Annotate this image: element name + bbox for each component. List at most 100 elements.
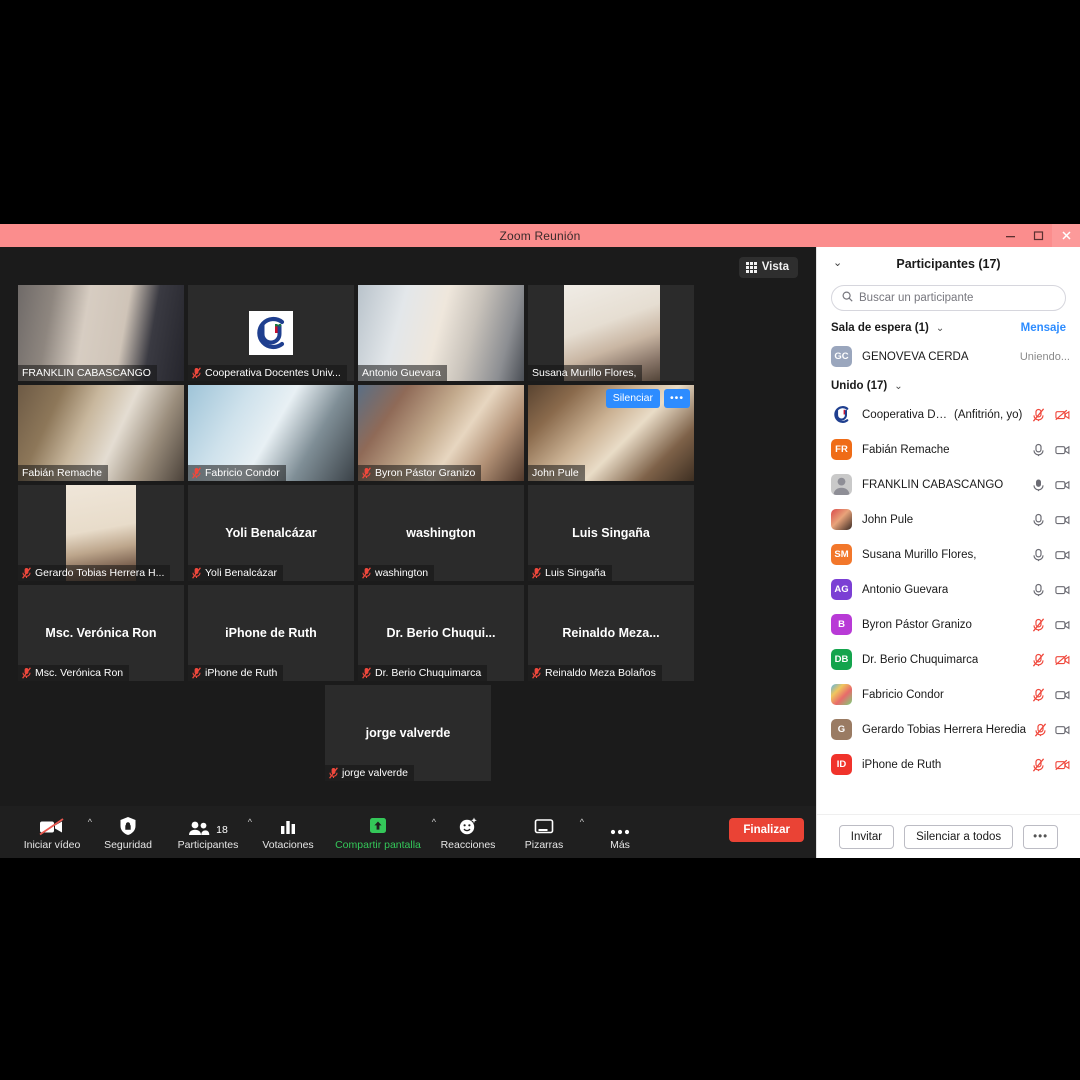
tile-name-label: washington	[358, 565, 435, 581]
chevron-down-icon[interactable]: ⌄	[936, 323, 944, 334]
participant-name: iPhone de Ruth	[862, 758, 942, 771]
camera-on-icon[interactable]	[1055, 443, 1070, 457]
polls-button[interactable]: Votaciones	[250, 808, 326, 856]
list-item[interactable]: FRANKLIN CABASCANGO	[817, 467, 1080, 502]
shield-icon	[119, 814, 137, 836]
video-tile[interactable]: Yoli Benalcázar Yoli Benalcázar	[188, 485, 354, 581]
video-tile[interactable]: Fabián Remache	[18, 385, 184, 481]
avatar-initials: SM	[834, 549, 849, 560]
video-tile[interactable]: Byron Pástor Granizo	[358, 385, 524, 481]
participants-panel-footer: Invitar Silenciar a todos •••	[817, 814, 1080, 858]
waiting-room-header[interactable]: Sala de espera (1) ⌄ Mensaje	[817, 319, 1080, 339]
close-icon[interactable]	[1052, 224, 1080, 247]
list-item[interactable]: DB Dr. Berio Chuquimarca	[817, 642, 1080, 677]
view-button[interactable]: Vista	[738, 257, 798, 278]
mic-off-icon	[362, 667, 371, 679]
video-tile[interactable]: Antonio Guevara	[358, 285, 524, 381]
video-tile[interactable]: Cooperativa Docentes Univ...	[188, 285, 354, 381]
chevron-down-icon[interactable]: ⌄	[833, 256, 842, 269]
mute-participant-button[interactable]: Silenciar	[605, 389, 660, 409]
list-item[interactable]: SM Susana Murillo Flores,	[817, 537, 1080, 572]
video-tile[interactable]: Dr. Berio Chuqui... Dr. Berio Chuquimarc…	[358, 585, 524, 681]
video-tile[interactable]: Gerardo Tobias Herrera H...	[18, 485, 184, 581]
camera-on-icon[interactable]	[1055, 618, 1070, 632]
view-button-label: Vista	[761, 261, 789, 273]
video-tile[interactable]: iPhone de Ruth iPhone de Ruth	[188, 585, 354, 681]
tile-participant-name: iPhone de Ruth	[205, 667, 278, 679]
tile-participant-name: John Pule	[532, 467, 579, 479]
list-item[interactable]: B Byron Pástor Granizo	[817, 607, 1080, 642]
participant-status-icons	[1025, 687, 1070, 702]
participants-button[interactable]: 18 Participantes ^	[166, 808, 252, 856]
security-button[interactable]: Seguridad	[90, 808, 166, 856]
mic-on-icon[interactable]	[1031, 478, 1046, 492]
list-item[interactable]: GC GENOVEVA CERDA Uniendo...	[817, 339, 1080, 374]
avatar-initials: FR	[835, 444, 848, 455]
video-tile[interactable]: Fabricio Condor	[188, 385, 354, 481]
list-item[interactable]: FR Fabián Remache	[817, 432, 1080, 467]
participants-panel-title: Participantes (17)	[896, 257, 1001, 271]
video-tile[interactable]: washington washington	[358, 485, 524, 581]
mic-on-icon[interactable]	[1031, 513, 1046, 527]
tile-more-button[interactable]: •••	[663, 389, 690, 409]
joined-title: Unido (17)	[831, 380, 888, 392]
list-item[interactable]: G Gerardo Tobias Herrera Heredia	[817, 712, 1080, 747]
camera-off-icon[interactable]	[1055, 408, 1070, 422]
video-tile[interactable]: Susana Murillo Flores,	[528, 285, 694, 381]
list-item[interactable]: Cooperativa Doc... (Anfitrión, yo)	[817, 397, 1080, 432]
waiting-room-message-link[interactable]: Mensaje	[1021, 322, 1066, 334]
avatar-initials: B	[838, 619, 845, 630]
mute-all-button[interactable]: Silenciar a todos	[904, 824, 1014, 849]
tile-row: Gerardo Tobias Herrera H... Yoli Benalcá…	[18, 485, 798, 581]
list-item[interactable]: ID iPhone de Ruth	[817, 747, 1080, 782]
mic-on-icon[interactable]	[1031, 443, 1046, 457]
end-meeting-button[interactable]: Finalizar	[729, 818, 804, 842]
list-item[interactable]: Fabricio Condor	[817, 677, 1080, 712]
tile-participant-name: Gerardo Tobias Herrera H...	[35, 567, 165, 579]
camera-on-icon[interactable]	[1055, 513, 1070, 527]
invite-button[interactable]: Invitar	[838, 824, 895, 849]
video-tile[interactable]: Silenciar ••• John Pule	[528, 385, 694, 481]
joined-header[interactable]: Unido (17) ⌄	[817, 374, 1080, 397]
camera-on-icon[interactable]	[1055, 723, 1070, 737]
camera-off-icon[interactable]	[1055, 758, 1070, 772]
camera-on-icon[interactable]	[1055, 478, 1070, 492]
avatar-initials: DB	[834, 654, 849, 665]
reactions-button[interactable]: Reacciones	[430, 808, 506, 856]
whiteboards-button[interactable]: Pizarras ^	[506, 808, 584, 856]
minimize-icon[interactable]	[996, 224, 1024, 247]
mic-off-icon[interactable]	[1033, 722, 1048, 737]
mic-off-icon[interactable]	[1031, 757, 1046, 772]
camera-on-icon[interactable]	[1055, 688, 1070, 702]
avatar	[831, 404, 852, 425]
mic-off-icon[interactable]	[1031, 407, 1046, 422]
mic-off-icon	[192, 367, 201, 379]
mic-off-icon	[362, 467, 371, 479]
maximize-icon[interactable]	[1024, 224, 1052, 247]
list-item[interactable]: AG Antonio Guevara	[817, 572, 1080, 607]
video-tile[interactable]: Msc. Verónica Ron Msc. Verónica Ron	[18, 585, 184, 681]
chevron-down-icon[interactable]: ⌄	[894, 381, 902, 392]
more-button[interactable]: Más	[582, 808, 658, 856]
mic-off-icon[interactable]	[1031, 652, 1046, 667]
camera-on-icon[interactable]	[1055, 583, 1070, 597]
search-input[interactable]: Buscar un participante	[831, 285, 1066, 311]
camera-on-icon[interactable]	[1055, 548, 1070, 562]
mic-off-icon[interactable]	[1031, 617, 1046, 632]
participant-status-icons	[1025, 513, 1070, 527]
video-tile[interactable]: Luis Singaña Luis Singaña	[528, 485, 694, 581]
list-item[interactable]: John Pule	[817, 502, 1080, 537]
participants-list[interactable]: Cooperativa Doc... (Anfitrión, yo) FR Fa…	[817, 397, 1080, 814]
video-tile[interactable]: FRANKLIN CABASCANGO	[18, 285, 184, 381]
share-screen-button[interactable]: Compartir pantalla ^	[326, 808, 436, 856]
mic-off-icon	[192, 467, 201, 479]
mic-on-icon[interactable]	[1031, 548, 1046, 562]
mic-on-icon[interactable]	[1031, 583, 1046, 597]
mic-off-icon[interactable]	[1031, 687, 1046, 702]
video-tile[interactable]: Reinaldo Meza... Reinaldo Meza Bolaños	[528, 585, 694, 681]
panel-more-button[interactable]: •••	[1023, 824, 1059, 849]
camera-off-icon[interactable]	[1055, 653, 1070, 667]
start-video-button[interactable]: Iniciar vídeo ^	[14, 808, 92, 856]
participant-status-icons	[1025, 407, 1070, 422]
video-tile[interactable]: jorge valverde jorge valverde	[325, 685, 491, 781]
